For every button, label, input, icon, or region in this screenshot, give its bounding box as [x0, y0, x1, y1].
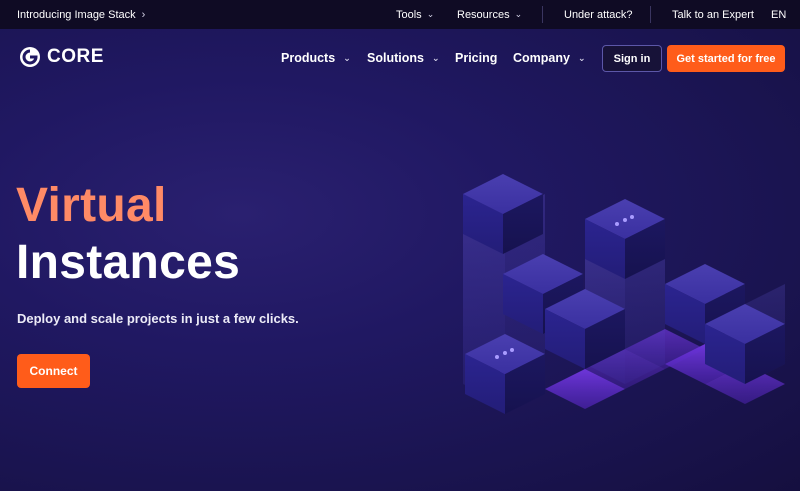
hero-section: CORE Products ⌄ Solutions ⌄ Pricing Comp… — [0, 29, 800, 491]
logo[interactable]: CORE — [19, 46, 104, 68]
resources-label: Resources — [457, 8, 510, 21]
announcement-link[interactable]: Introducing Image Stack › — [17, 0, 145, 29]
announcement-text: Introducing Image Stack — [17, 8, 136, 21]
chevron-down-icon: ⌄ — [577, 52, 586, 63]
nav-company[interactable]: Company ⌄ — [513, 51, 586, 65]
core-logo-icon — [20, 47, 40, 67]
resources-menu[interactable]: Resources ⌄ — [457, 0, 522, 29]
nav-pricing-label: Pricing — [455, 51, 498, 65]
under-attack-label: Under attack? — [564, 8, 633, 21]
hero-title: Instances — [16, 236, 241, 289]
nav-solutions[interactable]: Solutions ⌄ — [367, 51, 440, 65]
divider — [650, 6, 651, 23]
chevron-down-icon: ⌄ — [431, 52, 440, 63]
get-started-button[interactable]: Get started for free — [667, 45, 785, 72]
talk-expert-label: Talk to an Expert — [672, 8, 754, 21]
top-bar: Introducing Image Stack › Tools ⌄ Resour… — [0, 0, 800, 29]
connect-button[interactable]: Connect — [17, 354, 90, 388]
hero-subtitle: Deploy and scale projects in just a few … — [17, 311, 299, 326]
tools-label: Tools — [396, 8, 422, 21]
nav-company-label: Company — [513, 51, 570, 65]
chevron-right-icon: › — [141, 8, 146, 21]
logo-text: CORE — [47, 46, 104, 67]
divider — [542, 6, 543, 23]
language-label: EN — [771, 8, 787, 21]
hero-title-highlight: Virtual — [16, 179, 167, 232]
nav-pricing[interactable]: Pricing — [455, 51, 497, 65]
language-selector[interactable]: EN — [771, 0, 786, 29]
nav-solutions-label: Solutions — [367, 51, 424, 65]
isometric-cubes-illustration — [463, 174, 785, 414]
sign-in-button[interactable]: Sign in — [602, 45, 662, 72]
chevron-down-icon: ⌄ — [514, 9, 523, 19]
tools-menu[interactable]: Tools ⌄ — [396, 0, 434, 29]
talk-expert-link[interactable]: Talk to an Expert — [672, 0, 754, 29]
nav-products-label: Products — [281, 51, 336, 65]
chevron-down-icon: ⌄ — [343, 52, 351, 63]
chevron-down-icon: ⌄ — [426, 9, 435, 19]
under-attack-link[interactable]: Under attack? — [564, 0, 632, 29]
nav-products[interactable]: Products ⌄ — [281, 51, 351, 65]
